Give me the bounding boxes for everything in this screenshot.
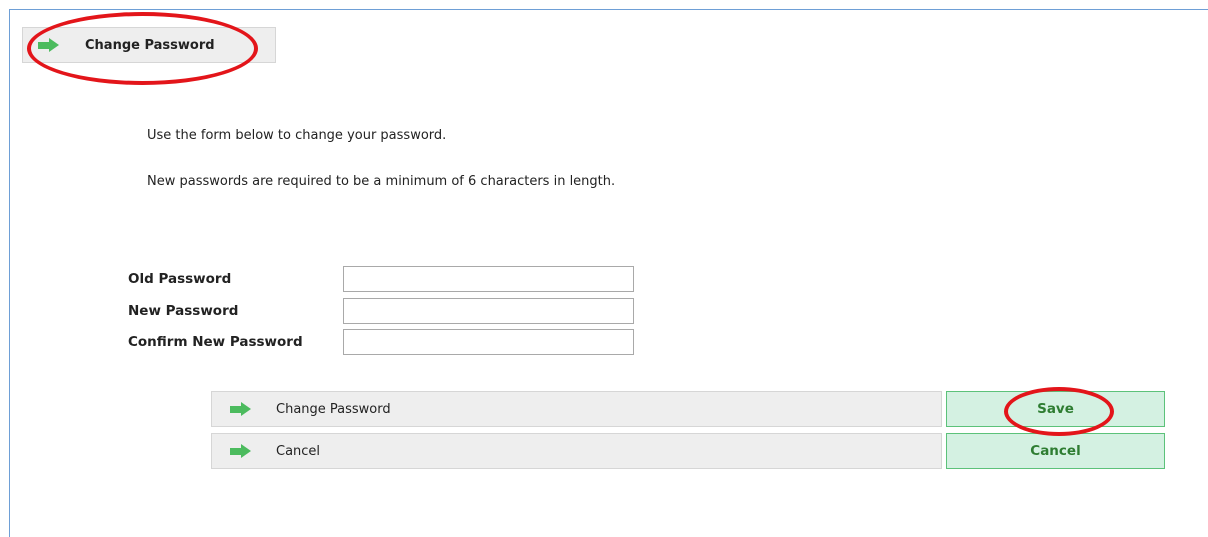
intro-text-2: New passwords are required to be a minim… bbox=[147, 174, 616, 189]
old-password-input[interactable] bbox=[343, 266, 634, 292]
change-password-row[interactable]: Change Password bbox=[211, 391, 942, 427]
page-title: Change Password bbox=[85, 37, 215, 53]
confirm-password-label: Confirm New Password bbox=[128, 334, 303, 350]
page-header-tab: Change Password bbox=[22, 27, 276, 63]
cancel-row-label: Cancel bbox=[276, 443, 321, 459]
new-password-input[interactable] bbox=[343, 298, 634, 324]
arrow-right-icon bbox=[230, 444, 252, 458]
cancel-row[interactable]: Cancel bbox=[211, 433, 942, 469]
save-button[interactable]: Save bbox=[946, 391, 1165, 427]
cancel-button[interactable]: Cancel bbox=[946, 433, 1165, 469]
old-password-label: Old Password bbox=[128, 271, 232, 287]
new-password-label: New Password bbox=[128, 303, 239, 319]
intro-text-1: Use the form below to change your passwo… bbox=[147, 128, 447, 143]
arrow-right-icon bbox=[230, 402, 252, 416]
arrow-right-icon bbox=[38, 38, 60, 52]
change-password-row-label: Change Password bbox=[276, 401, 391, 417]
confirm-password-input[interactable] bbox=[343, 329, 634, 355]
